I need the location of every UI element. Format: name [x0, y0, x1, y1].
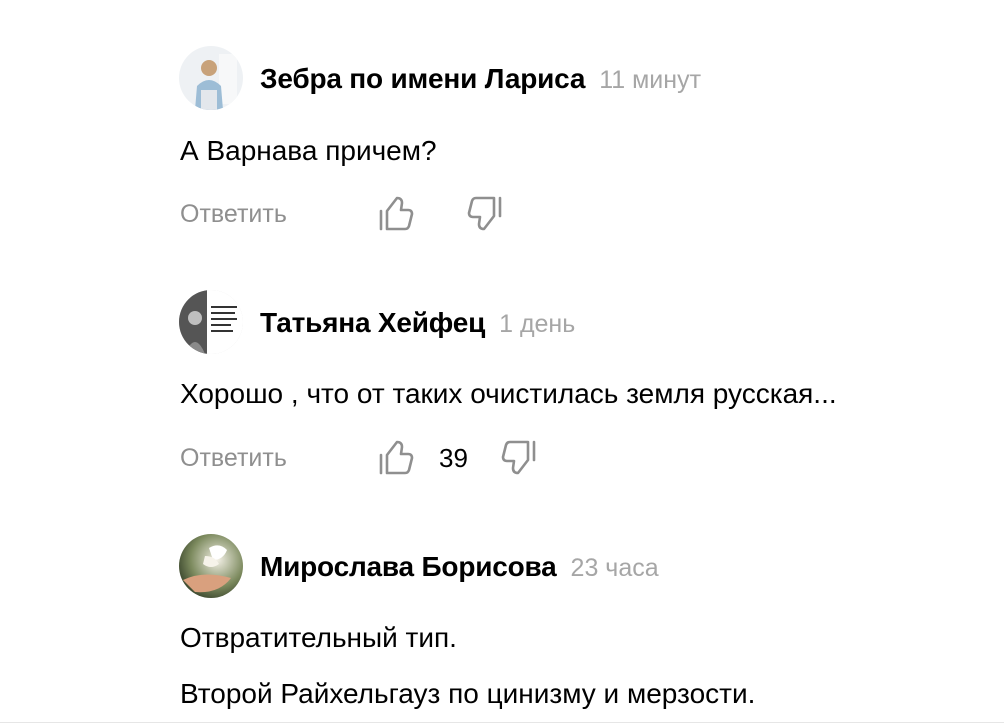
thumb-down-icon[interactable]: [500, 438, 536, 478]
comment-author[interactable]: Татьяна Хейфец 1 день: [260, 305, 575, 342]
avatar[interactable]: [179, 290, 243, 354]
comment-author[interactable]: Мирослава Борисова 23 часа: [260, 549, 659, 586]
avatar[interactable]: [179, 534, 243, 598]
reply-button[interactable]: Ответить: [180, 443, 287, 473]
author-name[interactable]: Зебра по имени Лариса: [260, 63, 585, 94]
divider: [0, 722, 1004, 723]
reply-button[interactable]: Ответить: [180, 199, 287, 229]
comment-line: А Варнава причем?: [180, 135, 437, 166]
thumb-down-icon[interactable]: [466, 194, 502, 234]
thumb-up-icon[interactable]: [379, 194, 415, 234]
comment-actions: Ответить 39: [180, 438, 680, 478]
author-name[interactable]: Татьяна Хейфец: [260, 307, 485, 338]
avatar[interactable]: [179, 46, 243, 110]
comment-time: 23 часа: [570, 554, 659, 582]
comment-text: Хорошо , что от таких очистилась земля р…: [180, 376, 837, 412]
thumb-up-icon[interactable]: [379, 438, 415, 478]
comment-time: 11 минут: [599, 66, 702, 94]
comment-actions: Ответить: [180, 194, 680, 234]
comment-text: А Варнава причем?: [180, 133, 437, 169]
comment-text: Отвратительный тип. Второй Райхельгауз п…: [180, 620, 755, 712]
comment-author[interactable]: Зебра по имени Лариса 11 минут: [260, 61, 701, 98]
comment-line: Второй Райхельгауз по цинизму и мерзости…: [180, 678, 756, 709]
author-name[interactable]: Мирослава Борисова: [260, 551, 557, 582]
like-count: 39: [439, 443, 468, 473]
comment-line: Отвратительный тип.: [180, 622, 457, 653]
comment-line: Хорошо , что от таких очистилась земля р…: [180, 378, 837, 409]
comment-time: 1 день: [499, 310, 576, 338]
